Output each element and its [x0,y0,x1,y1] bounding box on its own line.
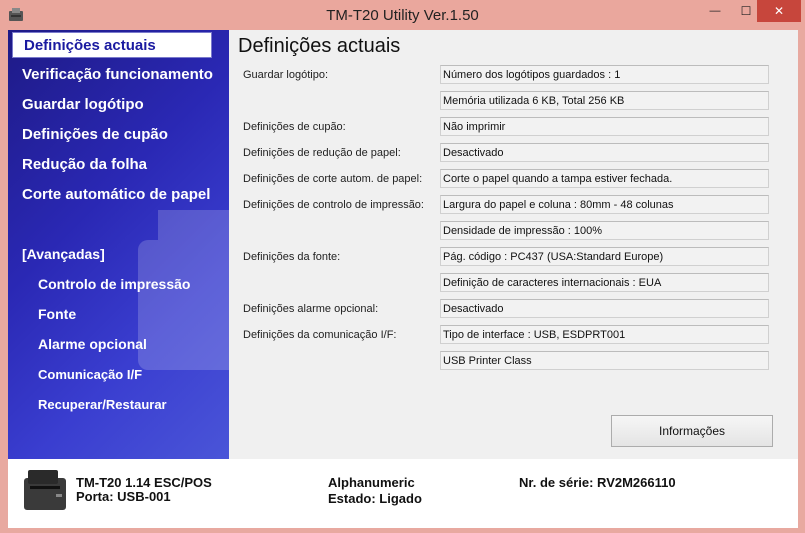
sidebar-item-receipt-settings[interactable]: Definições de cupão [14,126,168,143]
sidebar-item-operation-check[interactable]: Verificação funcionamento [14,66,213,83]
sidebar-item-store-logo[interactable]: Guardar logótipo [14,96,144,113]
sidebar-advanced-header: [Avançadas] [22,246,105,262]
label-font: Definições da fonte: [243,251,341,263]
value-interface-type: Tipo de interface : USB, ESDPRT001 [440,325,769,344]
label-receipt: Definições de cupão: [243,121,346,133]
sidebar: Definições actuais Verificação funcionam… [8,30,229,459]
printer-port: Porta: USB-001 [76,489,171,504]
value-paper-reduction: Desactivado [440,143,769,162]
info-button-label: Informações [658,424,726,438]
label-auto-cut: Definições de corte autom. de papel: [243,173,423,185]
value-logo-count: Número dos logótipos guardados : 1 [440,65,769,84]
sidebar-item-backup-restore[interactable]: Recuperar/Restaurar [30,397,167,412]
value-printer-class: USB Printer Class [440,351,769,370]
minimize-icon: — [709,5,721,17]
value-paper-width: Largura do papel e coluna : 80mm - 48 co… [440,195,769,214]
value-intl-charset: Definição de caracteres internacionais :… [440,273,769,292]
label-print-control: Definições de controlo de impressão: [243,199,424,211]
title-bar: TM-T20 Utility Ver.1.50 — ☐ ✕ [0,0,805,30]
sidebar-item-communication-if[interactable]: Comunicação I/F [30,367,142,382]
serial-number: Nr. de série: RV2M266110 [519,475,676,490]
printer-icon [24,470,66,510]
page-title: Definições actuais [238,35,401,57]
label-buzzer: Definições alarme opcional: [243,303,379,315]
value-receipt: Não imprimir [440,117,769,136]
window-title: TM-T20 Utility Ver.1.50 [326,7,479,24]
sidebar-item-paper-reduction[interactable]: Redução da folha [14,156,147,173]
value-auto-cut: Corte o papel quando a tampa estiver fec… [440,169,769,188]
value-buzzer: Desactivado [440,299,769,318]
printer-charset: Alphanumeric [328,475,415,490]
printer-state: Estado: Ligado [328,491,422,506]
sidebar-item-font[interactable]: Fonte [30,306,76,322]
sidebar-item-auto-cut[interactable]: Corte automático de papel [14,186,210,203]
close-button[interactable]: ✕ [757,0,801,22]
sidebar-item-optional-buzzer[interactable]: Alarme opcional [30,336,147,352]
close-icon: ✕ [773,4,785,18]
sidebar-item-print-control[interactable]: Controlo de impressão [30,276,190,292]
minimize-button[interactable]: — [700,0,730,22]
value-logo-memory: Memória utilizada 6 KB, Total 256 KB [440,91,769,110]
value-code-page: Pág. código : PC437 (USA:Standard Europe… [440,247,769,266]
sidebar-item-current-settings[interactable]: Definições actuais [12,32,212,58]
main-panel: Definições actuais Guardar logótipo: Def… [229,30,798,459]
maximize-icon: ☐ [740,4,752,18]
client-area: Definições actuais Verificação funcionam… [8,30,798,528]
printer-model: TM-T20 1.14 ESC/POS [76,475,212,490]
label-logo: Guardar logótipo: [243,69,328,81]
label-communication: Definições da comunicação I/F: [243,329,397,341]
value-print-density: Densidade de impressão : 100% [440,221,769,240]
info-button[interactable]: Informações [611,415,773,447]
label-paper-reduction: Definições de redução de papel: [243,147,401,159]
status-bar: TM-T20 1.14 ESC/POS Porta: USB-001 Alpha… [8,459,798,528]
